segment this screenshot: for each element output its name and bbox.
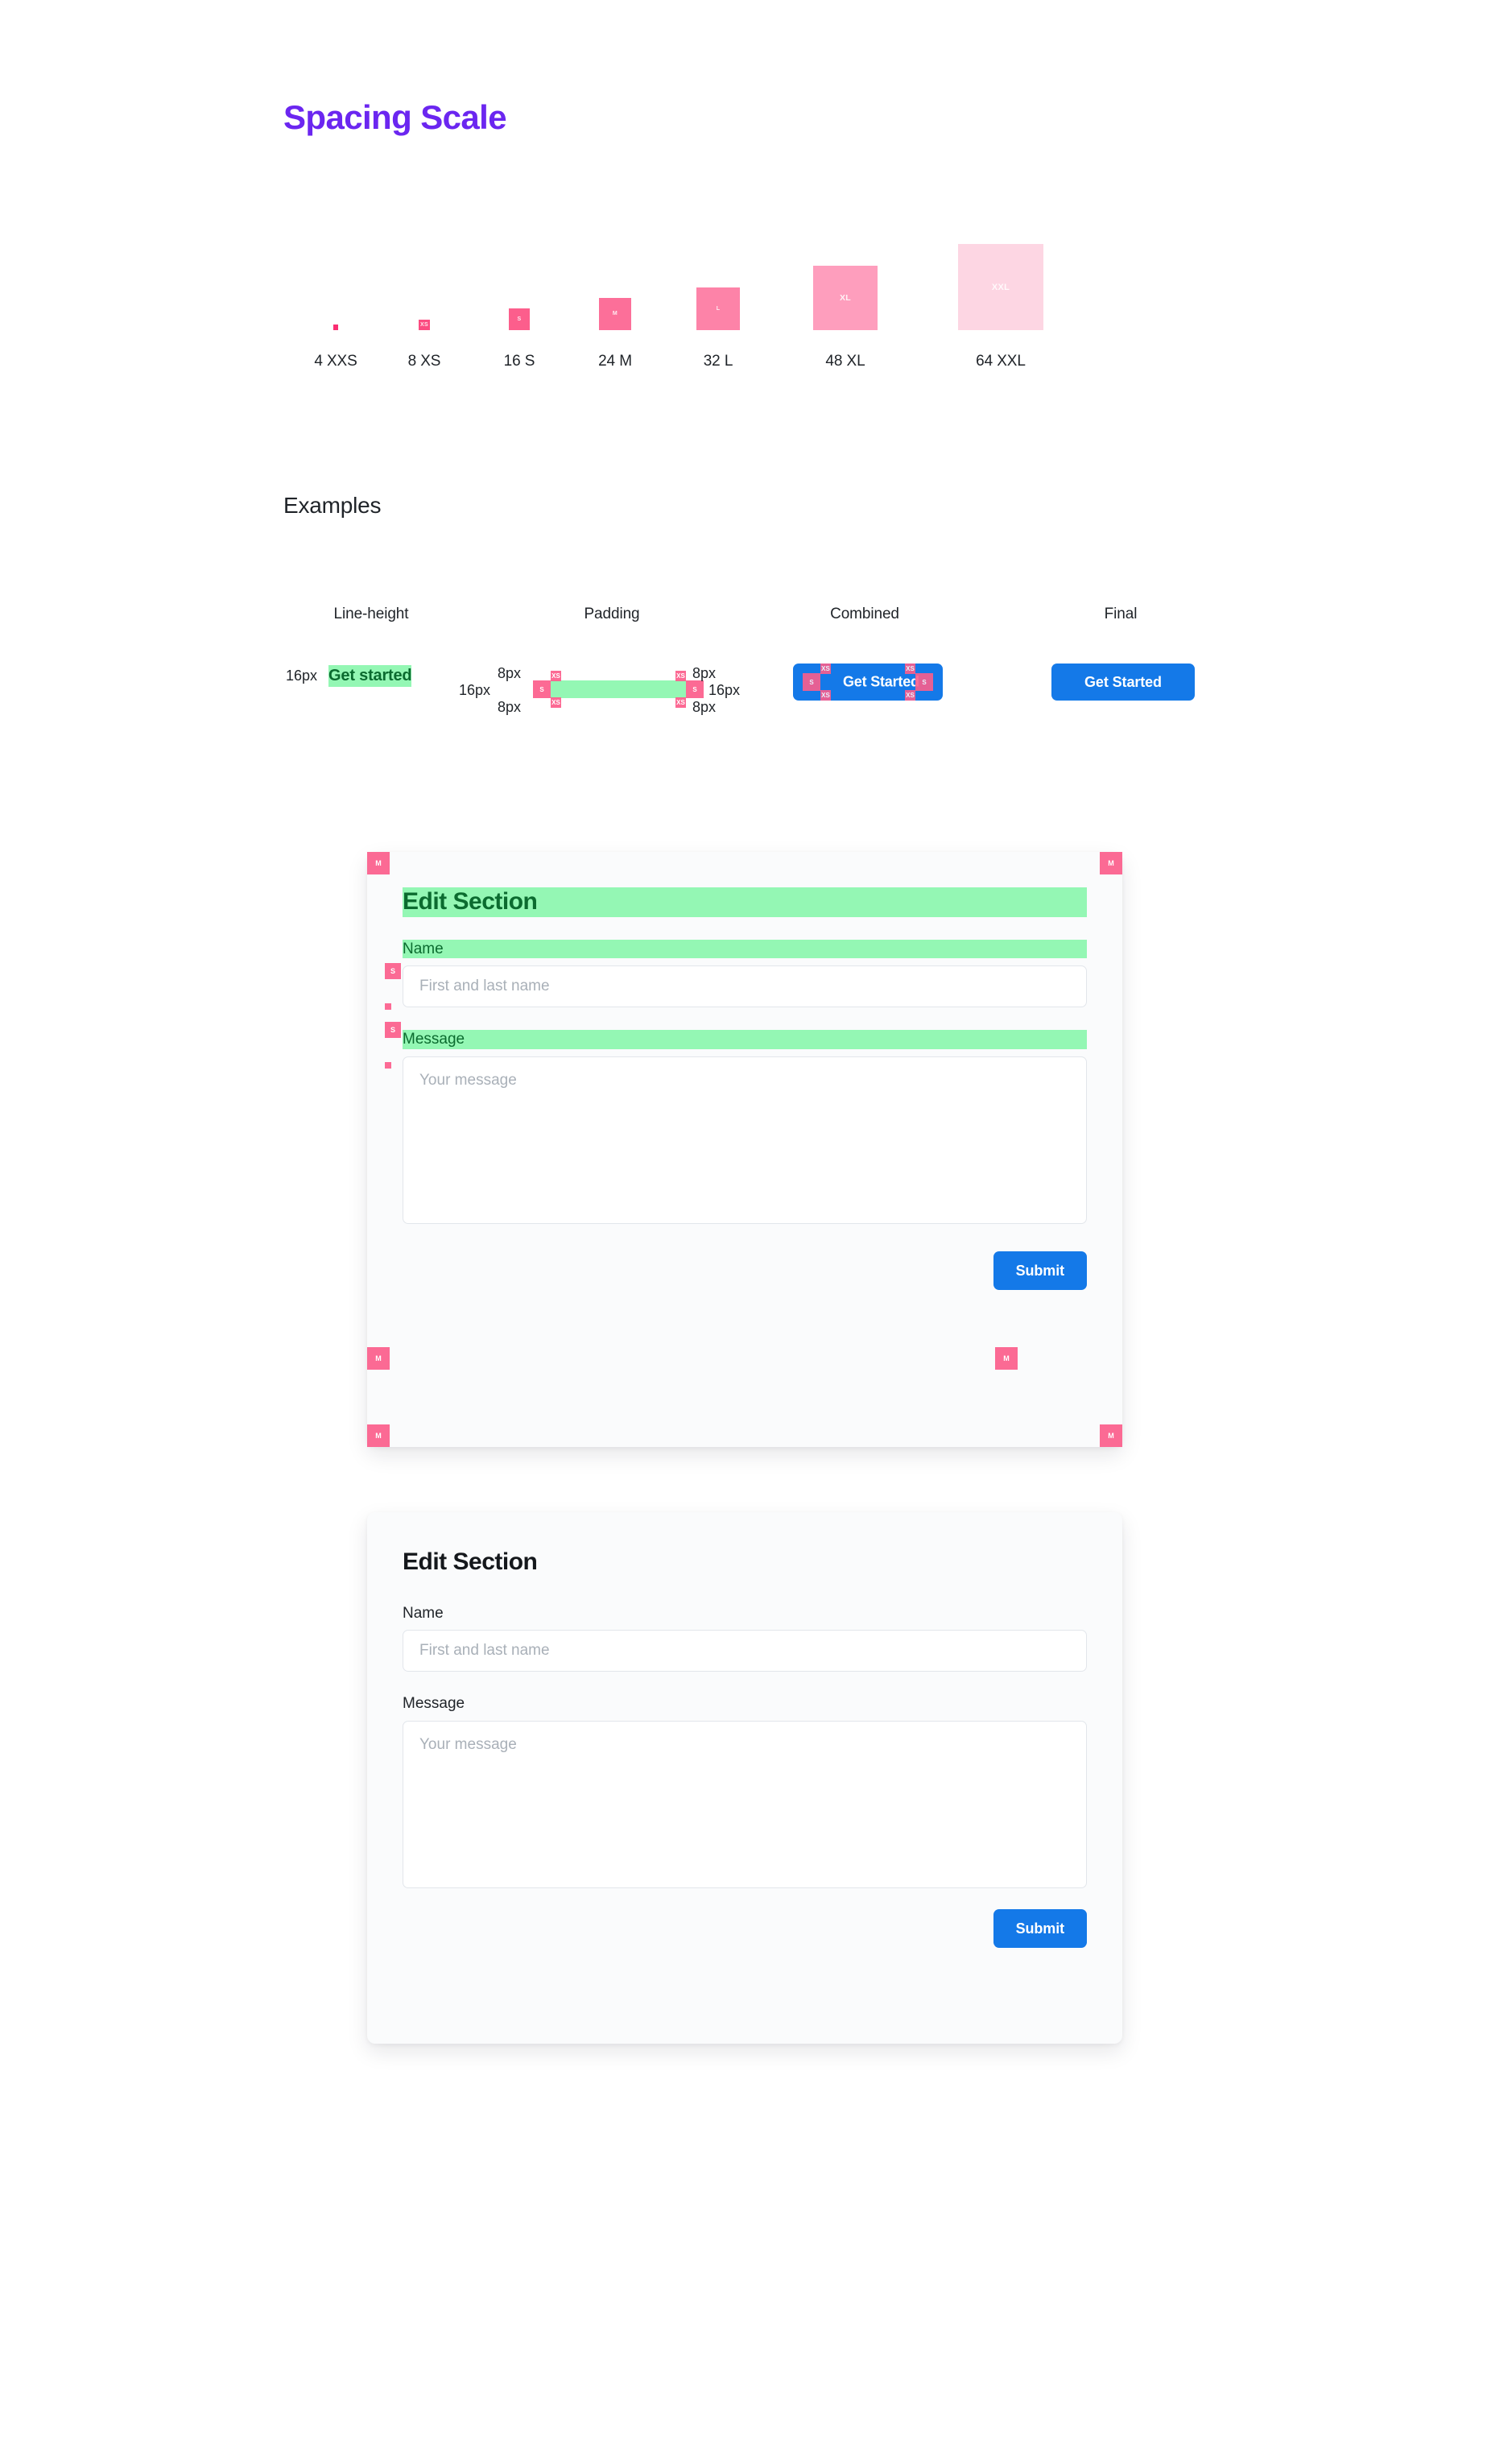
combined-spacer-bottom-right: XS [905,690,915,701]
spacing-swatch-xxs [333,325,339,330]
combined-spacer-right: S [915,673,933,691]
final-submit-button[interactable]: Submit [993,1909,1087,1949]
combined-spacer-top-left: XS [820,664,831,674]
column-header-combined: Combined [830,606,899,622]
padding-spacer-left: S [533,680,551,698]
line-height-metric: 16px [286,668,318,684]
padding-label-left: 16px [459,682,491,698]
annotated-section-title: Edit Section [403,887,1087,917]
swatch-wrap: S [508,222,531,330]
scale-label-xxs: 4 XXS [314,353,357,370]
padding-example: S S XS XS XS XS 8px 8px 8px 8px 16px 16p… [459,652,741,725]
column-header-final: Final [1104,606,1138,622]
padding-label-top-right: 8px [692,665,717,681]
padding-spacer-top-right: XS [675,671,686,681]
swatch-wrap: L [696,222,740,330]
spacing-scale-row: 4 XXS XS 8 XS S 16 S M 24 M L 32 L XL 48 XL XXL 64 X… [283,217,1088,370]
spacer-after-message-label: XXS [385,1062,391,1069]
spacer-before-submit: M [995,1347,1018,1370]
swatch-wrap: XL [812,222,878,330]
combined-button-label: Get Started [843,673,919,690]
final-section-title: Edit Section [403,1548,538,1575]
padding-spacer-top-left: XS [551,671,561,681]
padding-spacer-bottom-left: XS [551,697,561,708]
padding-label-bottom-right: 8px [692,699,717,715]
annotated-message-input[interactable] [403,1056,1087,1225]
annotated-submit-row: Submit [403,1251,1087,1291]
spacing-swatch-xxl: XXL [957,244,1044,330]
final-name-label: Name [403,1604,444,1622]
spacer-corner-top-left: M [367,852,390,874]
column-header-padding: Padding [584,606,640,622]
page-title: Spacing Scale [283,98,507,136]
padding-label-bottom-left: 8px [498,699,522,715]
final-card-content: Edit Section Name Message Submit [403,1548,1087,2008]
spacer-left-gutter: M [367,1347,390,1370]
spacing-swatch-xl: XL [812,265,878,330]
spacer-corner-bottom-left: M [367,1424,390,1447]
scale-item-s: S 16 S [467,217,572,370]
scale-label-l: 32 L [703,353,733,370]
combined-spacer-left: S [803,673,820,691]
scale-label-xs: 8 XS [407,353,441,370]
annotated-form-card: Edit Section Name Message Submit M M M M… [367,852,1122,1447]
scale-item-xl: XL 48 XL [793,217,898,370]
annotated-name-input[interactable] [403,965,1087,1008]
final-message-label: Message [403,1695,465,1713]
annotated-message-label: Message [403,1030,1087,1050]
scale-label-s: 16 S [503,353,535,370]
padding-content-area [551,680,686,698]
line-height-example: 16px Get started [286,665,412,687]
combined-spacer-top-right: XS [905,664,915,674]
annotated-card-content: Edit Section Name Message Submit [403,887,1087,1412]
final-submit-row: Submit [403,1909,1087,1949]
final-form-card: Edit Section Name Message Submit [367,1512,1122,2044]
scale-item-xs: XS 8 XS [372,217,477,370]
spacer-corner-top-right: M [1100,852,1122,874]
spacing-swatch-xs: XS [419,319,430,330]
scale-label-xxl: 64 XXL [976,353,1026,370]
final-message-input[interactable] [403,1721,1087,1889]
get-started-button[interactable]: Get Started [1051,664,1195,701]
spacing-swatch-s: S [508,308,531,330]
swatch-wrap: M [598,222,632,330]
spacer-before-message-label: S [385,1022,401,1038]
spacer-corner-bottom-right: M [1100,1424,1122,1447]
scale-label-m: 24 M [598,353,632,370]
padding-spacer-bottom-right: XS [675,697,686,708]
padding-label-right: 16px [708,682,741,698]
combined-example-button[interactable]: Get Started S S XS XS XS XS [793,664,943,701]
scale-label-xl: 48 XL [825,353,865,370]
column-header-line-height: Line-height [333,606,409,622]
page-root: Spacing Scale 4 XXS XS 8 XS S 16 S M 24 M L 32 L… [0,0,1487,2464]
final-name-input[interactable] [403,1630,1087,1672]
spacer-before-name-label: S [385,963,401,979]
spacing-swatch-l: L [696,287,740,330]
swatch-wrap: XXL [957,222,1044,330]
line-height-sample-text: Get started [328,665,412,687]
combined-spacer-bottom-left: XS [820,690,831,701]
padding-label-top-left: 8px [498,665,522,681]
spacing-swatch-m: M [598,297,632,330]
swatch-wrap [333,222,339,330]
examples-heading: Examples [283,493,382,518]
scale-item-l: L 32 L [666,217,770,370]
swatch-wrap: XS [419,222,430,330]
padding-spacer-right: S [686,680,704,698]
annotated-submit-button[interactable]: Submit [993,1251,1087,1291]
annotated-name-label: Name [403,939,1087,959]
scale-item-xxl: XXL 64 XXL [948,217,1053,370]
scale-item-m: M 24 M [563,217,667,370]
spacer-after-name-label: XXS [385,1003,391,1010]
